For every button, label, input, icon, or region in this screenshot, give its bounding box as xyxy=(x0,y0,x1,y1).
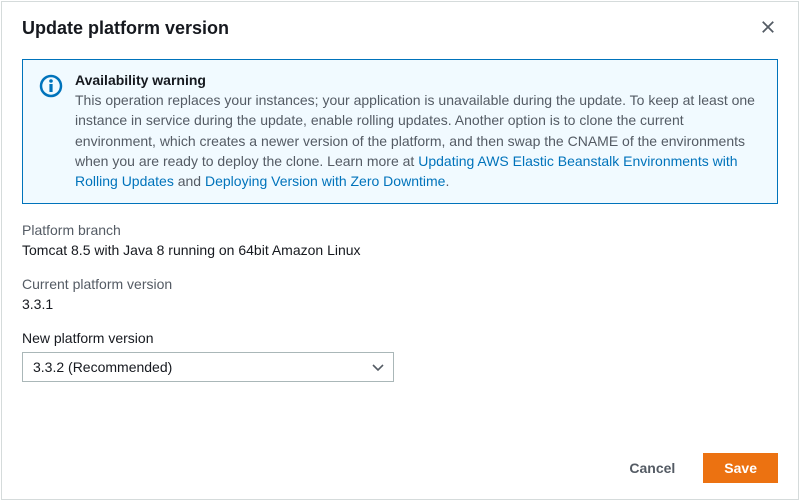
modal-title: Update platform version xyxy=(22,18,229,39)
alert-text-part2: and xyxy=(174,173,205,189)
cancel-button[interactable]: Cancel xyxy=(611,454,693,482)
modal-footer: Cancel Save xyxy=(2,441,798,499)
platform-branch-value: Tomcat 8.5 with Java 8 running on 64bit … xyxy=(22,242,778,258)
new-version-selected-value: 3.3.2 (Recommended) xyxy=(33,359,172,375)
current-version-field: Current platform version 3.3.1 xyxy=(22,276,778,312)
modal-body: Availability warning This operation repl… xyxy=(2,47,798,441)
close-button[interactable] xyxy=(758,18,778,38)
update-platform-modal: Update platform version Availability war… xyxy=(1,1,799,500)
alert-text: This operation replaces your instances; … xyxy=(75,90,761,191)
current-version-label: Current platform version xyxy=(22,276,778,292)
close-icon xyxy=(761,20,775,37)
info-icon xyxy=(39,74,63,101)
platform-branch-field: Platform branch Tomcat 8.5 with Java 8 r… xyxy=(22,222,778,258)
alert-title: Availability warning xyxy=(75,72,761,88)
alert-text-part3: . xyxy=(445,173,449,189)
new-version-select[interactable]: 3.3.2 (Recommended) xyxy=(22,352,394,382)
new-version-select-wrap: 3.3.2 (Recommended) xyxy=(22,352,394,382)
zero-downtime-link[interactable]: Deploying Version with Zero Downtime xyxy=(205,173,445,189)
platform-branch-label: Platform branch xyxy=(22,222,778,238)
alert-content: Availability warning This operation repl… xyxy=(75,72,761,191)
modal-header: Update platform version xyxy=(2,2,798,47)
save-button[interactable]: Save xyxy=(703,453,778,483)
new-version-field: New platform version 3.3.2 (Recommended) xyxy=(22,330,778,382)
current-version-value: 3.3.1 xyxy=(22,296,778,312)
new-version-label: New platform version xyxy=(22,330,778,346)
availability-warning-alert: Availability warning This operation repl… xyxy=(22,59,778,204)
